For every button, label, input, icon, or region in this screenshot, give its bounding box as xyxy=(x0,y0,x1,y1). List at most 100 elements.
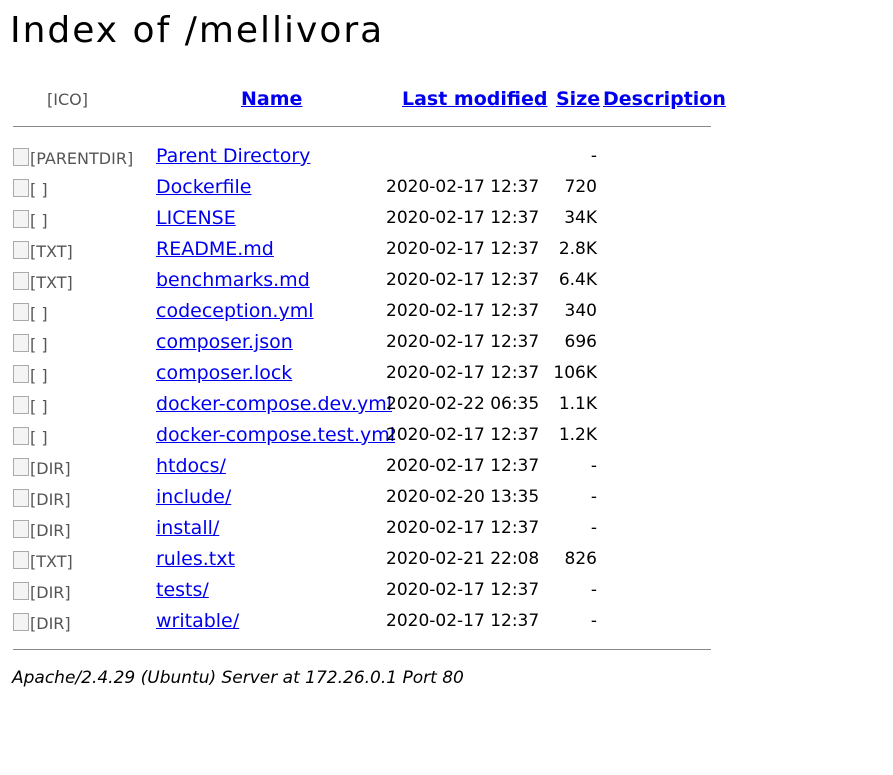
icon-alt-text: [TXT] xyxy=(30,552,73,571)
file-link[interactable]: README.md xyxy=(156,238,274,260)
file-link[interactable]: composer.lock xyxy=(156,362,292,384)
sort-by-last-modified-link[interactable]: Last modified xyxy=(402,88,547,110)
last-modified-cell: 2020-02-17 12:37 xyxy=(386,332,540,352)
table-row: [ ] docker-compose.test.yml 2020-02-17 12:… xyxy=(0,422,720,453)
last-modified-cell: 2020-02-17 12:37 xyxy=(386,363,540,383)
broken-image-icon xyxy=(13,179,29,197)
table-row: [ ] codeception.yml 2020-02-17 12:37 340 xyxy=(0,298,720,329)
last-modified-cell: 2020-02-17 12:37 xyxy=(386,208,540,228)
last-modified-cell: 2020-02-21 22:08 xyxy=(386,549,540,569)
file-link[interactable]: Dockerfile xyxy=(156,176,251,198)
broken-image-icon xyxy=(13,334,29,352)
file-link[interactable]: tests/ xyxy=(156,579,209,601)
size-cell: 1.1K xyxy=(558,394,597,414)
table-row: [ ] LICENSE 2020-02-17 12:37 34K xyxy=(0,205,720,236)
table-row: [PARENTDIR] Parent Directory - xyxy=(0,143,720,174)
broken-image-icon xyxy=(13,210,29,228)
size-cell: 2.8K xyxy=(558,239,597,259)
last-modified-cell: 2020-02-17 12:37 xyxy=(386,580,540,600)
sort-by-name-link[interactable]: Name xyxy=(241,88,302,110)
size-cell: 696 xyxy=(564,332,597,352)
icon-alt-text: [DIR] xyxy=(30,490,71,509)
file-link[interactable]: benchmarks.md xyxy=(156,269,310,291)
file-link[interactable]: install/ xyxy=(156,517,219,539)
page-title: Index of /mellivora xyxy=(10,10,385,51)
file-link[interactable]: include/ xyxy=(156,486,231,508)
last-modified-cell: 2020-02-17 12:37 xyxy=(386,518,540,538)
file-link[interactable]: htdocs/ xyxy=(156,455,226,477)
broken-image-icon xyxy=(13,427,29,445)
last-modified-cell: 2020-02-22 06:35 xyxy=(386,394,540,414)
broken-image-icon xyxy=(13,582,29,600)
file-link[interactable]: composer.json xyxy=(156,331,293,353)
file-type-icon: [ ] xyxy=(13,210,48,230)
size-cell: 826 xyxy=(564,549,597,569)
icon-alt-text: [DIR] xyxy=(30,583,71,602)
table-row: [DIR] tests/2020-02-17 12:37 - xyxy=(0,577,720,608)
file-type-icon: [TXT] xyxy=(13,551,73,571)
file-type-icon: [ ] xyxy=(13,427,48,447)
file-link[interactable]: rules.txt xyxy=(156,548,235,570)
file-type-icon: [ ] xyxy=(13,365,48,385)
size-cell: 340 xyxy=(564,301,597,321)
file-link[interactable]: Parent Directory xyxy=(156,145,310,167)
size-cell: - xyxy=(590,611,597,631)
file-type-icon: [DIR] xyxy=(13,489,71,509)
file-type-icon: [ ] xyxy=(13,396,48,416)
icon-alt-text: [ ] xyxy=(30,397,48,416)
table-row: [ ] docker-compose.dev.yml 2020-02-22 06:3… xyxy=(0,391,720,422)
server-signature: Apache/2.4.29 (Ubuntu) Server at 172.26.… xyxy=(12,668,464,688)
icon-alt-text: [ ] xyxy=(30,335,48,354)
file-type-icon: [TXT] xyxy=(13,241,73,261)
last-modified-cell: 2020-02-17 12:37 xyxy=(386,456,540,476)
last-modified-cell: 2020-02-17 12:37 xyxy=(386,239,540,259)
file-type-icon: [ ] xyxy=(13,303,48,323)
file-type-icon: [DIR] xyxy=(13,458,71,478)
table-row: [TXT] benchmarks.md 2020-02-17 12:37 6.4K xyxy=(0,267,720,298)
size-cell: - xyxy=(590,580,597,600)
broken-image-icon xyxy=(13,489,29,507)
size-cell: - xyxy=(590,456,597,476)
file-link[interactable]: codeception.yml xyxy=(156,300,313,322)
file-type-icon: [DIR] xyxy=(13,613,71,633)
size-cell: 720 xyxy=(564,177,597,197)
table-row: [ ] composer.lock 2020-02-17 12:37 106K xyxy=(0,360,720,391)
last-modified-cell: 2020-02-17 12:37 xyxy=(386,270,540,290)
size-cell: 6.4K xyxy=(558,270,597,290)
last-modified-cell: 2020-02-17 12:37 xyxy=(386,301,540,321)
sort-by-size-link[interactable]: Size xyxy=(556,88,600,110)
footer-divider xyxy=(13,649,711,650)
size-cell: 106K xyxy=(553,363,597,383)
icon-alt-text: [DIR] xyxy=(30,521,71,540)
icon-alt-text: [TXT] xyxy=(30,242,73,261)
header-divider xyxy=(13,126,711,127)
table-row: [DIR] include/2020-02-20 13:35 - xyxy=(0,484,720,515)
icon-alt-text: [DIR] xyxy=(30,614,71,633)
file-link[interactable]: LICENSE xyxy=(156,207,236,229)
file-type-icon: [PARENTDIR] xyxy=(13,148,133,168)
size-cell: 1.2K xyxy=(558,425,597,445)
file-link[interactable]: writable/ xyxy=(156,610,239,632)
icon-alt-text: [TXT] xyxy=(30,273,73,292)
header-icon-placeholder: [ICO] xyxy=(47,90,88,109)
file-type-icon: [ ] xyxy=(13,334,48,354)
table-row: [TXT] README.md 2020-02-17 12:37 2.8K xyxy=(0,236,720,267)
broken-image-icon xyxy=(13,148,29,166)
file-link[interactable]: docker-compose.test.yml xyxy=(156,424,395,446)
broken-image-icon xyxy=(13,272,29,290)
broken-image-icon xyxy=(13,613,29,631)
sort-by-description-link[interactable]: Description xyxy=(603,88,726,110)
broken-image-icon xyxy=(13,241,29,259)
icon-alt-text: [ ] xyxy=(30,180,48,199)
size-cell: 34K xyxy=(564,208,597,228)
size-cell: - xyxy=(590,487,597,507)
last-modified-cell: 2020-02-17 12:37 xyxy=(386,177,540,197)
table-row: [DIR] htdocs/2020-02-17 12:37 - xyxy=(0,453,720,484)
table-row: [ ] composer.json 2020-02-17 12:37 696 xyxy=(0,329,720,360)
file-link[interactable]: docker-compose.dev.yml xyxy=(156,393,392,415)
table-row: [TXT] rules.txt 2020-02-21 22:08 826 xyxy=(0,546,720,577)
broken-image-icon xyxy=(13,303,29,321)
last-modified-cell: 2020-02-17 12:37 xyxy=(386,425,540,445)
broken-image-icon xyxy=(13,365,29,383)
icon-alt-text: [ ] xyxy=(30,304,48,323)
